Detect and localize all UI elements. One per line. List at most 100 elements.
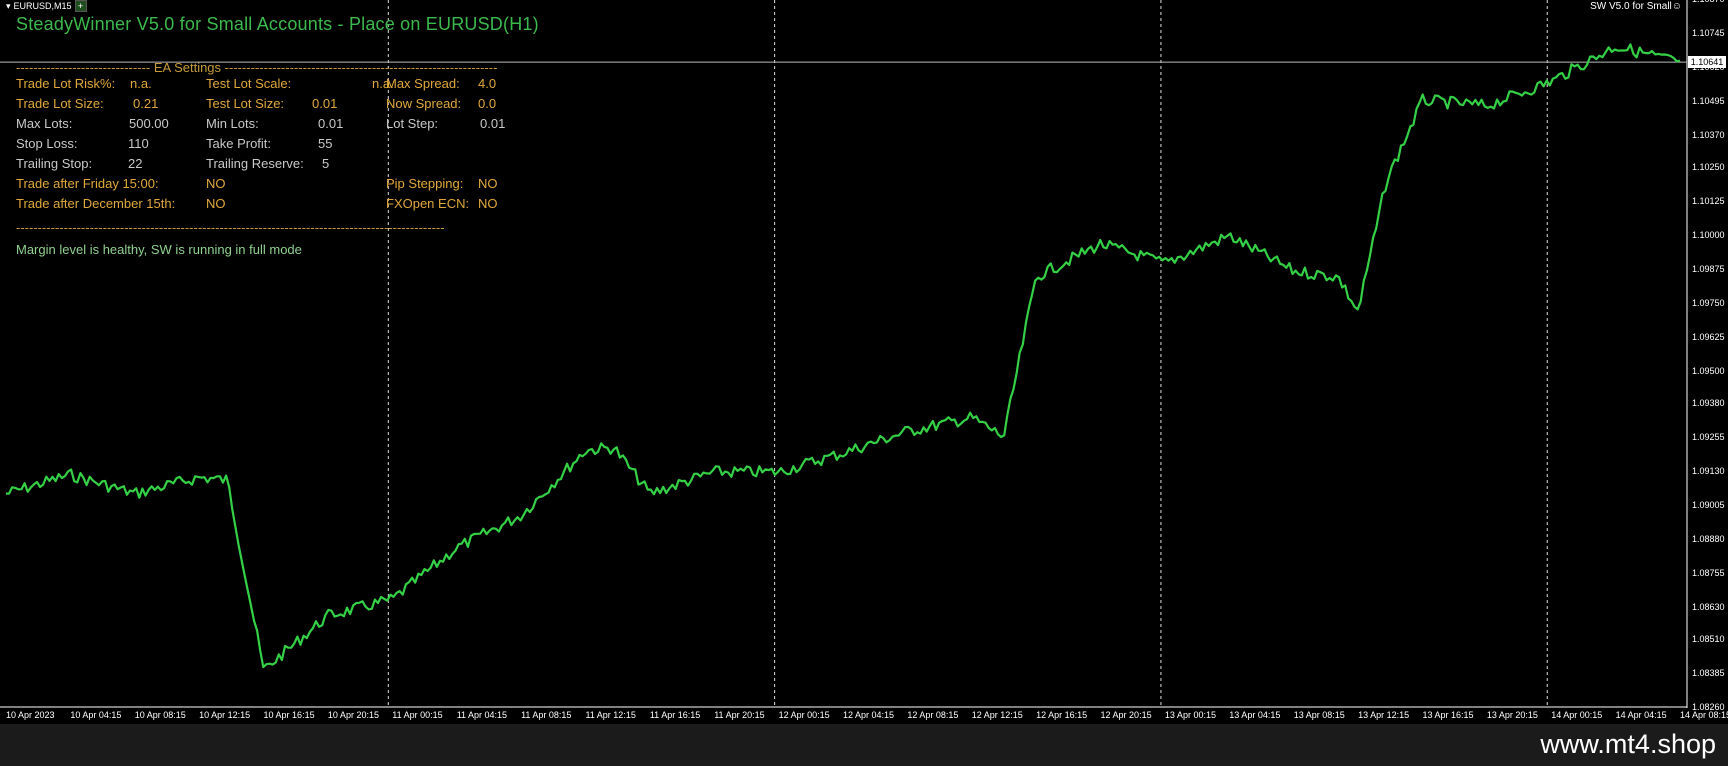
time-tick-label: 11 Apr 08:15 — [521, 710, 572, 720]
price-tick-label: 1.10370 — [1692, 129, 1725, 140]
footer-bar: www.mt4.shop — [0, 724, 1728, 766]
setting-value: 55 — [318, 136, 333, 151]
price-tick-label: 1.08755 — [1692, 567, 1725, 578]
setting-value: 0.01 — [318, 116, 344, 131]
setting-label: Trade after December 15th: — [16, 196, 176, 211]
setting-value: NO — [478, 176, 498, 191]
time-tick-label: 12 Apr 04:15 — [843, 710, 895, 720]
time-tick-label: 13 Apr 16:15 — [1422, 710, 1474, 720]
ea-settings-panel: ------------------------------- EA Setti… — [16, 60, 522, 257]
settings-header: ------------------------------- EA Setti… — [16, 60, 498, 75]
price-tick-label: 1.10125 — [1692, 196, 1725, 207]
price-tick-label: 1.09500 — [1692, 365, 1725, 376]
setting-label: Trade after Friday 15:00: — [16, 176, 159, 191]
setting-value: 5 — [322, 156, 330, 171]
settings-row: Trade after December 15th: NO FXOpen ECN: N… — [16, 196, 522, 216]
time-tick-label: 11 Apr 20:15 — [714, 710, 765, 720]
setting-value: 0.01 — [480, 116, 506, 131]
watermark: www.mt4.shop — [1540, 729, 1716, 759]
price-tick-label: 1.09255 — [1692, 432, 1725, 443]
price-tick-label: 1.10745 — [1692, 27, 1725, 38]
price-tick-label: 1.08510 — [1692, 634, 1725, 645]
price-tick-label: 1.09750 — [1692, 297, 1725, 308]
time-tick-label: 10 Apr 16:15 — [263, 710, 315, 720]
time-tick-label: 11 Apr 16:15 — [649, 710, 701, 720]
time-tick-label: 13 Apr 12:15 — [1358, 710, 1410, 720]
price-tick-label: 1.10495 — [1692, 95, 1725, 106]
setting-label: Now Spread: — [386, 96, 462, 111]
settings-row: Stop Loss: 110 Take Profit: 55 — [16, 136, 522, 156]
time-tick-label: 12 Apr 20:15 — [1100, 710, 1152, 720]
time-tick-label: 10 Apr 08:15 — [134, 710, 186, 720]
setting-value: 110 — [128, 136, 149, 151]
setting-value: 0.01 — [312, 96, 338, 111]
price-tick-label: 1.10870 — [1692, 0, 1725, 4]
setting-label: Lot Step: — [386, 116, 439, 131]
settings-row: Trade Lot Risk%: n.a. Test Lot Scale: n.a. M… — [16, 76, 522, 96]
settings-row: Max Lots: 500.00 Min Lots: 0.01 Lot Step: 0.0… — [16, 116, 522, 136]
setting-value: 0.21 — [133, 96, 159, 111]
price-tick-label: 1.08880 — [1692, 533, 1725, 544]
smiley-icon: ☺ — [1671, 1, 1682, 12]
time-tick-label: 13 Apr 20:15 — [1486, 710, 1538, 720]
setting-label: Trade Lot Size: — [16, 96, 104, 111]
setting-label: Pip Stepping: — [386, 176, 464, 191]
setting-value: NO — [206, 196, 226, 211]
time-tick-label: 13 Apr 04:15 — [1229, 710, 1281, 720]
price-tick-label: 1.08630 — [1692, 601, 1725, 612]
symbol-tab[interactable]: ▾ EURUSD,M15 + — [6, 0, 87, 12]
settings-row: Trade after Friday 15:00: NO Pip Stepping:… — [16, 176, 522, 196]
time-tick-label: 14 Apr 00:15 — [1551, 710, 1603, 720]
setting-label: Trailing Stop: — [16, 156, 93, 171]
price-tick-label: 1.09380 — [1692, 398, 1725, 409]
settings-row: Trailing Stop: 22 Trailing Reserve: 5 — [16, 156, 522, 176]
time-tick-label: 11 Apr 04:15 — [456, 710, 508, 720]
time-tick-label: 12 Apr 16:15 — [1036, 710, 1088, 720]
time-tick-label: 12 Apr 12:15 — [971, 710, 1023, 720]
time-tick-label: 10 Apr 2023 — [6, 710, 55, 720]
setting-label: Max Spread: — [386, 76, 460, 91]
setting-label: Take Profit: — [206, 136, 272, 151]
settings-divider: ----------------------------------------… — [16, 220, 445, 235]
setting-value: 500.00 — [129, 116, 169, 131]
setting-label: Stop Loss: — [16, 136, 78, 151]
sw-label-text: SW V5.0 for Small — [1590, 1, 1672, 12]
symbol-label: EURUSD,M15 — [13, 1, 72, 11]
setting-label: Trailing Reserve: — [206, 156, 304, 171]
sw-indicator-label: SW V5.0 for Small☺ — [1590, 1, 1682, 12]
price-tick-label: 1.08385 — [1692, 668, 1725, 679]
ea-title: SteadyWinner V5.0 for Small Accounts - P… — [16, 14, 539, 34]
price-tick-label: 1.10000 — [1692, 230, 1725, 240]
setting-value: NO — [478, 196, 498, 211]
setting-label: Min Lots: — [206, 116, 259, 131]
time-tick-label: 13 Apr 00:15 — [1164, 710, 1216, 720]
current-price-label: 1.10641 — [1688, 56, 1726, 69]
setting-value: NO — [206, 176, 226, 191]
time-tick-label: 14 Apr 04:15 — [1615, 710, 1667, 720]
setting-value: n.a. — [130, 76, 152, 91]
time-tick-label: 11 Apr 12:15 — [585, 710, 636, 720]
time-tick-label: 14 Apr 08:15 — [1680, 710, 1728, 720]
setting-value: 22 — [128, 156, 143, 171]
setting-label: Test Lot Size: — [206, 96, 285, 111]
setting-label: Max Lots: — [16, 116, 73, 131]
setting-label: Test Lot Scale: — [206, 76, 292, 91]
chart-area[interactable]: ▾ EURUSD,M15 + SteadyWinner V5.0 for Sma… — [0, 0, 1728, 724]
price-axis: 1.108701.107451.106201.104951.103701.102… — [1688, 0, 1728, 712]
time-tick-label: 11 Apr 00:15 — [392, 710, 443, 720]
tab-arrow-icon: ▾ — [6, 0, 11, 11]
price-tick-label: 1.09005 — [1692, 499, 1725, 510]
time-tick-label: 10 Apr 12:15 — [199, 710, 251, 720]
time-tick-label: 12 Apr 00:15 — [778, 710, 830, 720]
add-icon[interactable]: + — [74, 0, 87, 12]
time-tick-label: 10 Apr 20:15 — [327, 710, 379, 720]
price-tick-label: 1.09625 — [1692, 331, 1725, 342]
setting-label: Trade Lot Risk%: — [16, 76, 116, 91]
setting-value: 4.0 — [478, 76, 497, 91]
price-tick-label: 1.09875 — [1692, 263, 1725, 274]
time-tick-label: 12 Apr 08:15 — [907, 710, 959, 720]
setting-label: FXOpen ECN: — [386, 196, 470, 211]
status-message: Margin level is healthy, SW is running i… — [16, 242, 302, 257]
settings-row: Trade Lot Size: 0.21 Test Lot Size: 0.01 Now… — [16, 96, 522, 116]
time-tick-label: 13 Apr 08:15 — [1293, 710, 1345, 720]
